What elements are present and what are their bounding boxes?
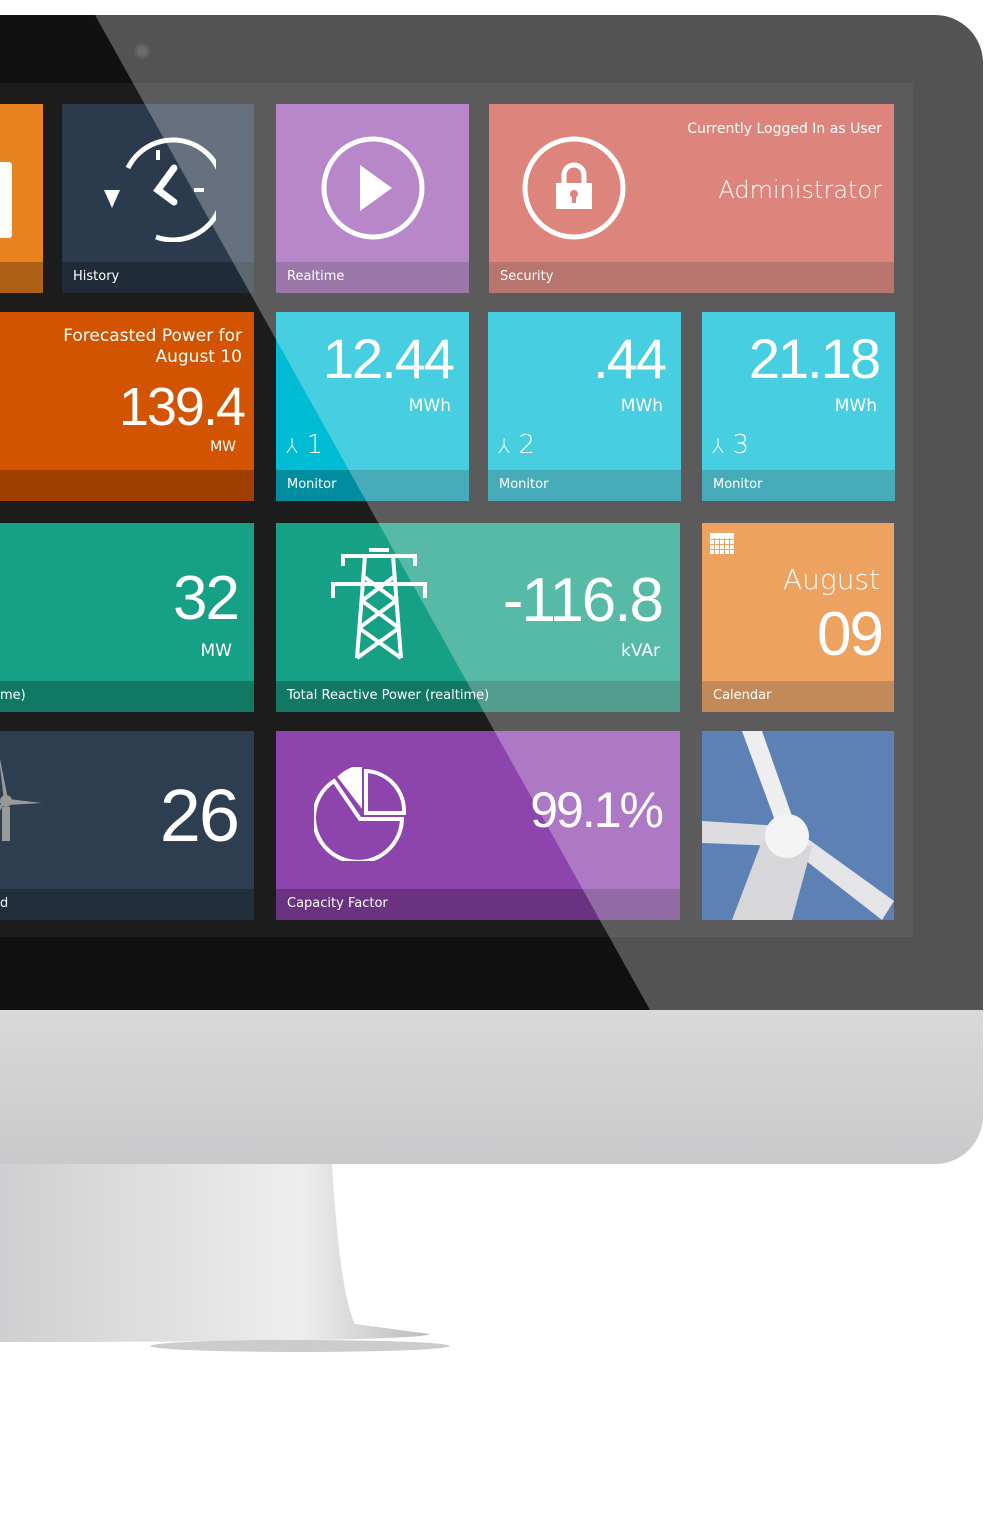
monitor-value: 21.18 [748,327,881,390]
active-power-value: 32 [173,564,240,633]
capacity-factor-value: 99.1% [530,782,664,838]
tile-label: Calendar [702,681,894,712]
wind-turbine-icon: ⅄ [498,434,511,458]
tile-label: d [0,889,254,920]
tile-label: Realtime [276,262,469,293]
turbine-number: ⅄ 2 [498,430,536,460]
wind-turbine-icon [0,759,42,841]
tile-label: Security [489,262,894,293]
forecast-tile[interactable]: Forecasted Power for August 10 139.4 MW [0,312,254,501]
lock-icon [522,136,626,240]
calendar-month: August [782,563,880,596]
wind-turbine-icon: ⅄ [712,434,725,458]
forecast-title: Forecasted Power for August 10 [63,326,242,367]
turbine-number: ⅄ 3 [712,430,750,460]
logged-in-text: Currently Logged In as User [687,121,882,137]
monitor-tile-1[interactable]: 12.44 MWh ⅄ 1 Monitor [276,312,469,501]
monitor-stand [0,1164,450,1352]
security-tile[interactable]: Currently Logged In as User Administrato… [489,104,894,293]
history-tile[interactable]: History [62,104,254,293]
monitor-unit: MWh [408,396,451,416]
forecast-value: 139.4 [118,377,246,437]
camera-icon [134,43,150,59]
monitor-unit: MWh [834,396,877,416]
tile-label: Capacity Factor [276,889,680,920]
turbine-number: ⅄ 1 [286,430,324,460]
monitor-value: .44 [593,327,667,390]
monitor-chin [0,1010,983,1164]
monitor-unit: MWh [620,396,663,416]
transmission-tower-icon [331,548,427,660]
capacity-factor-tile[interactable]: 99.1% Capacity Factor [276,731,680,920]
tile-label: Total Reactive Power (realtime) [276,681,680,712]
play-circle-icon [321,136,425,240]
wind-turbine-photo-tile[interactable] [702,731,894,920]
reactive-power-unit: kVAr [620,641,660,661]
monitor-tile-3[interactable]: 21.18 MWh ⅄ 3 Monitor [702,312,895,501]
tile-label: History [62,262,254,293]
history-clock-icon [104,137,216,242]
realtime-tile[interactable]: Realtime [276,104,469,293]
active-power-tile[interactable]: 32 MW me) [0,523,254,712]
monitor-tile-2[interactable]: .44 MWh ⅄ 2 Monitor [488,312,681,501]
wind-turbine-photo [702,731,894,920]
tile-label: Monitor [702,470,895,501]
monitor-value: 12.44 [322,327,455,390]
turbines-value: 26 [159,774,240,857]
pie-chart-icon [314,767,406,861]
tile-label: Monitor [488,470,681,501]
forecast-unit: MW [210,439,236,455]
turbines-tile[interactable]: 26 d [0,731,254,920]
calendar-tile[interactable]: August 09 Calendar [702,523,894,712]
reports-tile[interactable] [0,104,43,293]
current-user: Administrator [718,176,882,204]
wind-turbine-icon: ⅄ [286,434,299,458]
calendar-icon [710,533,734,554]
reactive-power-tile[interactable]: -116.8 kVAr Total Reactive Power (realti… [276,523,680,712]
tile-label: Monitor [276,470,469,501]
calendar-day: 09 [817,600,884,669]
tile-label: me) [0,681,254,712]
report-icon [0,162,12,238]
active-power-unit: MW [200,641,232,661]
reactive-power-value: -116.8 [502,566,664,635]
